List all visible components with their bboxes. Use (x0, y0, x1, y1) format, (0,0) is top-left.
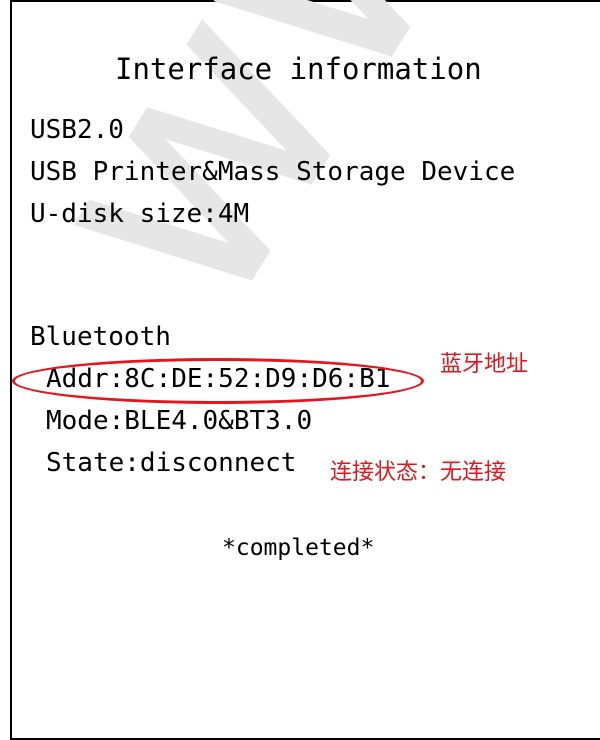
bluetooth-mode-line: Mode:BLE4.0&BT3.0 (46, 406, 313, 436)
page-title: Interface information (115, 52, 482, 86)
usb-device-line: USB Printer&Mass Storage Device (30, 157, 516, 187)
udisk-size-line: U-disk size:4M (30, 199, 250, 229)
bluetooth-state-line: State:disconnect (46, 448, 297, 478)
bluetooth-heading: Bluetooth (30, 322, 171, 352)
state-annotation: 连接状态：无连接 (330, 460, 507, 485)
usb-version-line: USB2.0 (30, 115, 124, 145)
address-highlight-oval (12, 358, 424, 404)
completed-footer: *completed* (222, 535, 375, 561)
address-annotation: 蓝牙地址 (440, 352, 529, 377)
